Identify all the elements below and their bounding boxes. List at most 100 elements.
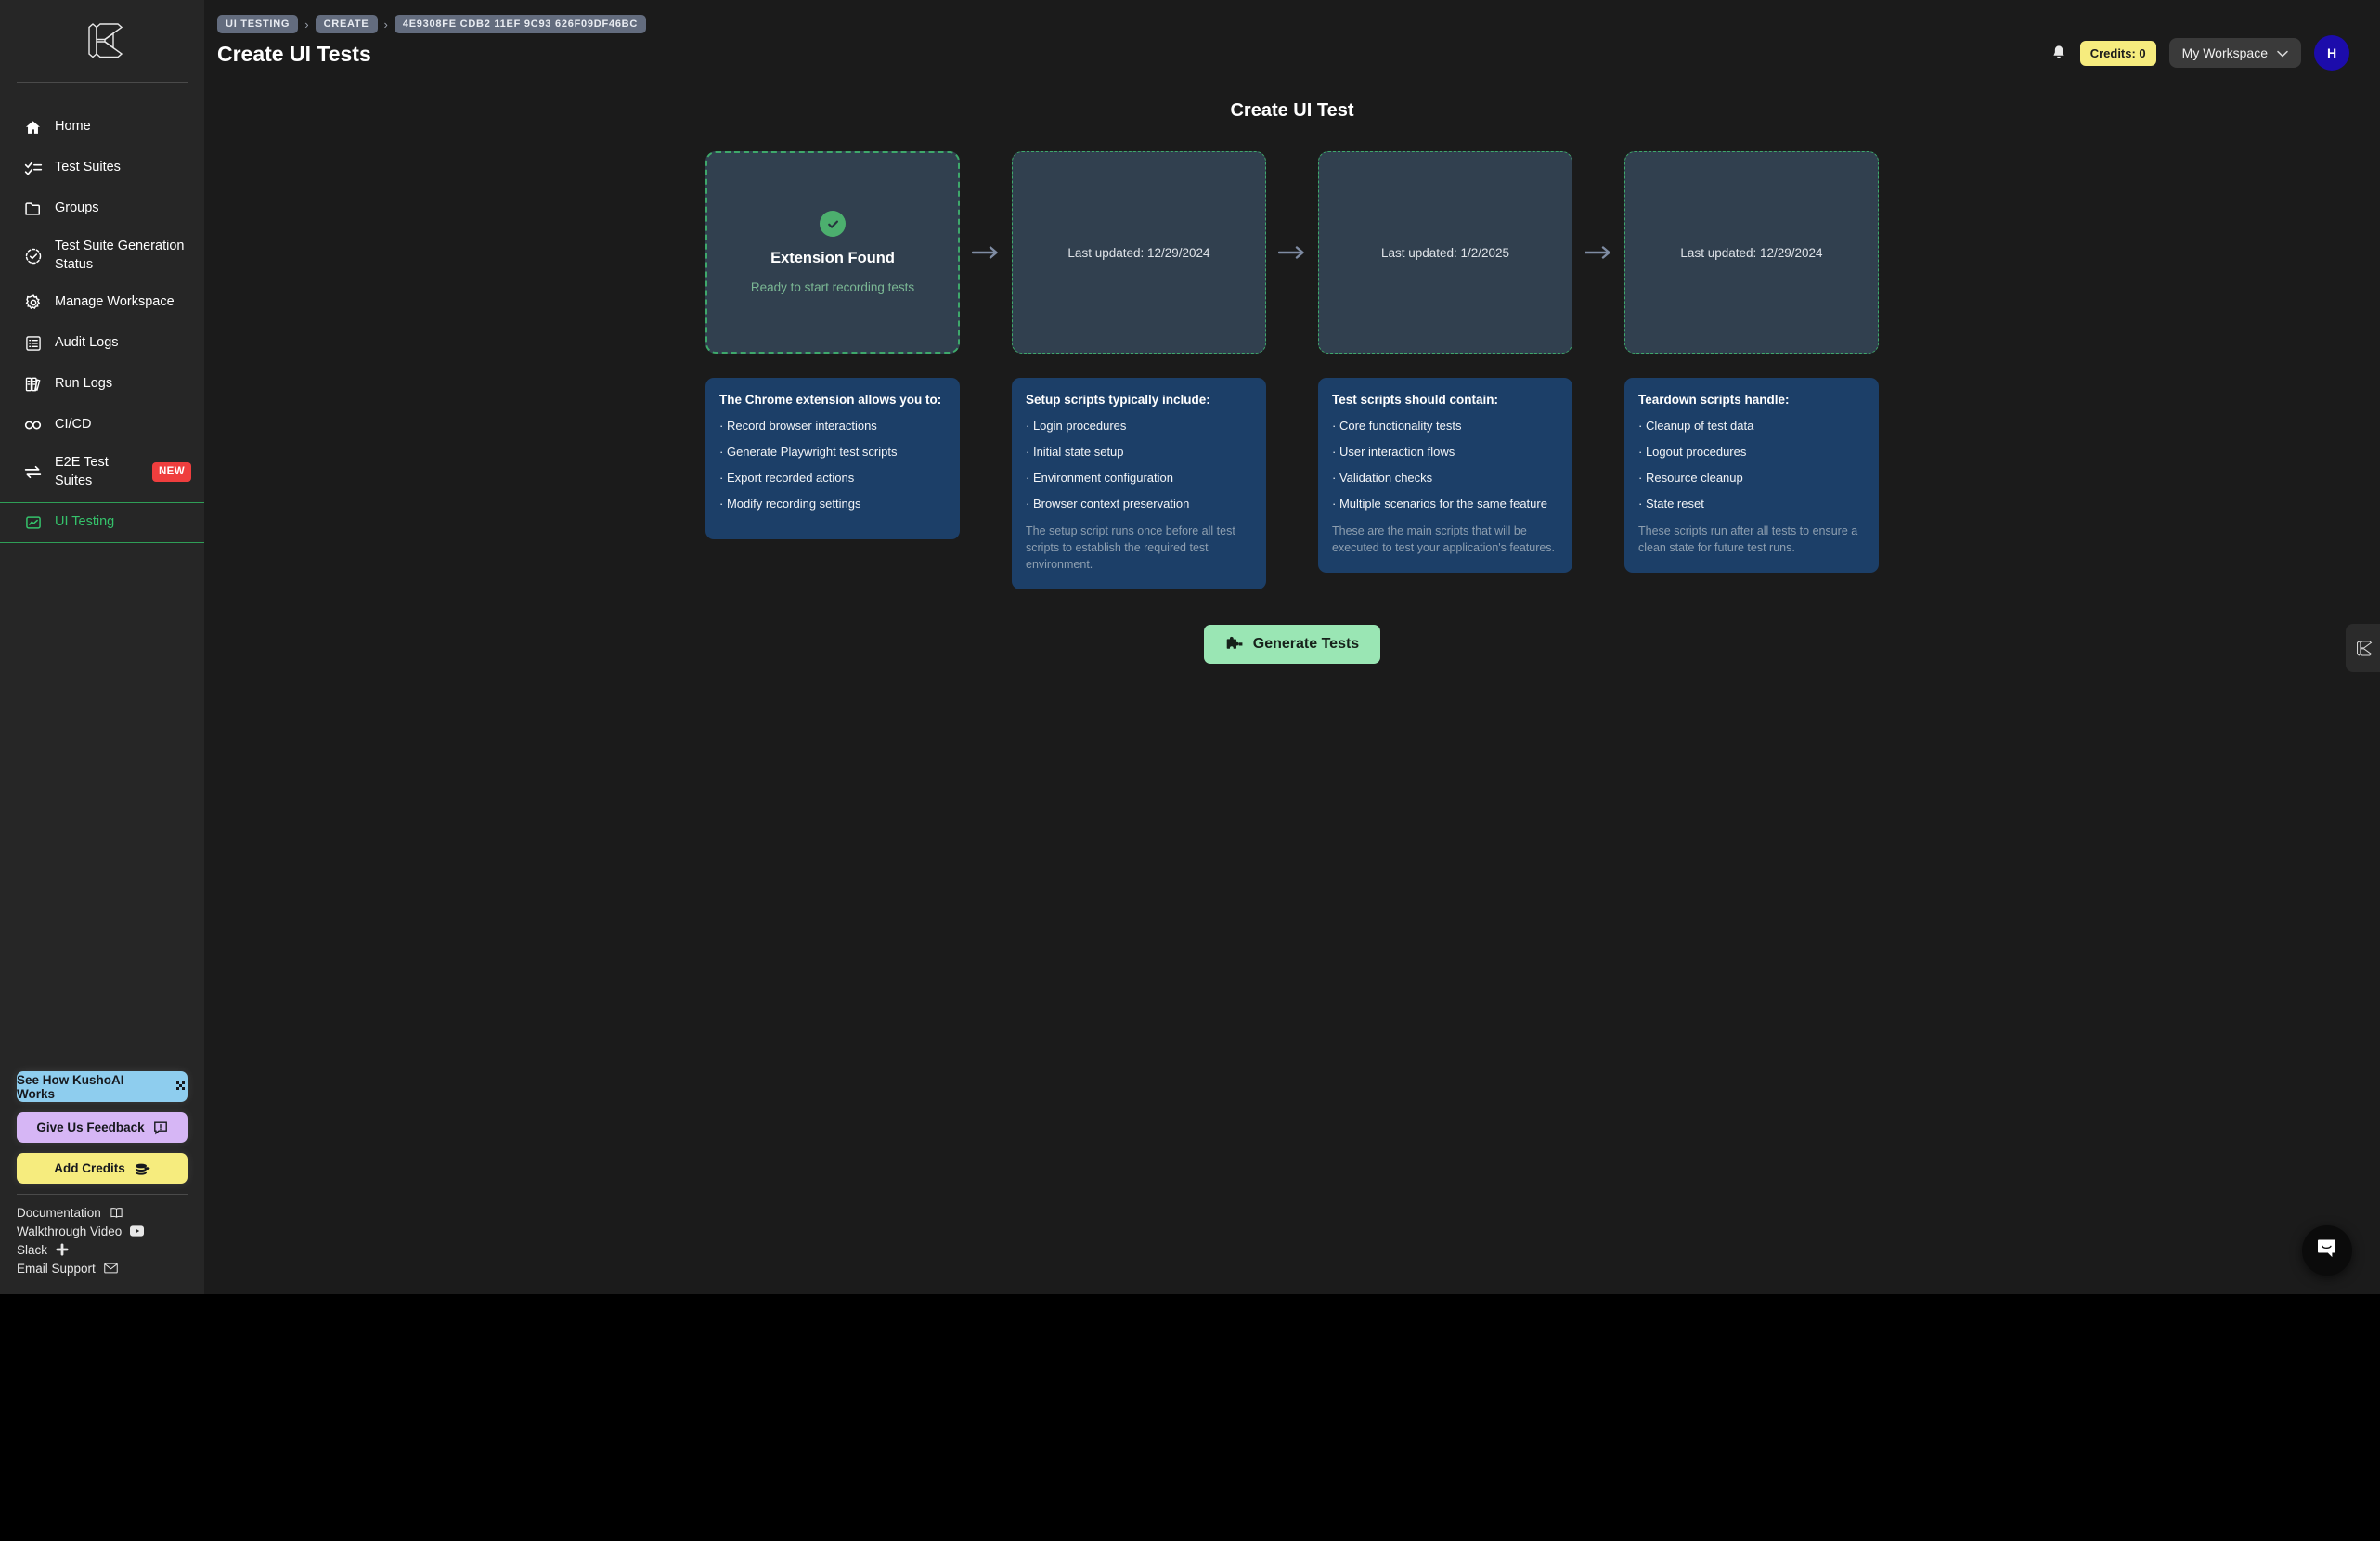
list-item: · Environment configuration: [1026, 471, 1173, 485]
page-title: Create UI Tests: [217, 42, 371, 66]
slack-label: Slack: [17, 1242, 48, 1257]
list-item: · Resource cleanup: [1638, 471, 1743, 485]
setup-script-dropzone[interactable]: Last updated: 12/29/2024: [1012, 151, 1266, 354]
sidebar-item-home[interactable]: Home: [0, 107, 204, 148]
flow-arrow-1: [960, 151, 1012, 354]
list-item: · Modify recording settings: [719, 497, 861, 511]
list-item: · Export recorded actions: [719, 471, 855, 485]
envelope-icon: [104, 1263, 118, 1274]
flow-arrow-3: [1572, 151, 1624, 354]
extension-status-card[interactable]: Extension Found Ready to start recording…: [705, 151, 960, 354]
add-credits-button[interactable]: Add Credits: [17, 1153, 188, 1184]
topbar: UI TESTING › CREATE › 4E9308FE CDB2 11EF…: [204, 0, 2380, 89]
test-flow-columns: Extension Found Ready to start recording…: [204, 151, 2380, 590]
bullet-text: Environment configuration: [1032, 471, 1173, 485]
breadcrumb-item-2[interactable]: 4E9308FE CDB2 11EF 9C93 626F09DF46BC: [394, 15, 647, 33]
flow-column-setup: Last updated: 12/29/2024 Setup scripts t…: [1012, 151, 1266, 590]
puzzle-piece-icon: [1225, 636, 1243, 653]
arrow-right-icon: [1585, 245, 1612, 260]
clock-check-icon: [23, 246, 43, 265]
bullet-text: Initial state setup: [1032, 445, 1124, 459]
check-circle-icon: [820, 211, 846, 237]
see-how-label: See How KushoAI Works: [17, 1072, 124, 1101]
documentation-link[interactable]: Documentation: [17, 1203, 188, 1222]
list-item: · Validation checks: [1332, 471, 1433, 485]
list-item: · Logout procedures: [1638, 445, 1747, 459]
avatar[interactable]: H: [2314, 35, 2349, 71]
info-card-bullets: · Record browser interactions · Generate…: [719, 419, 946, 511]
list-item: · Core functionality tests: [1332, 419, 1462, 433]
sidebar-item-ui-testing[interactable]: UI Testing: [0, 502, 204, 544]
arrows-swap-icon: [23, 462, 43, 482]
info-card-heading: Setup scripts typically include:: [1026, 393, 1210, 407]
arrow-right-icon: [1278, 245, 1306, 260]
sidebar-item-test-suite-generation-status[interactable]: Test Suite Generation Status: [0, 229, 204, 282]
test-script-dropzone[interactable]: Last updated: 1/2/2025: [1318, 151, 1572, 354]
info-card-teardown: Teardown scripts handle: · Cleanup of te…: [1624, 378, 1879, 574]
list-item: · Multiple scenarios for the same featur…: [1332, 497, 1547, 511]
info-card-note: The setup script runs once before all te…: [1026, 524, 1235, 572]
list-item: · Generate Playwright test scripts: [719, 445, 898, 459]
bullet-text: State reset: [1645, 497, 1704, 511]
bullet-text: Export recorded actions: [726, 471, 855, 485]
app-logo[interactable]: [0, 0, 204, 82]
workspace-selector[interactable]: My Workspace: [2168, 38, 2301, 68]
sidebar-item-run-logs[interactable]: Run Logs: [0, 364, 204, 405]
documentation-label: Documentation: [17, 1205, 101, 1220]
walkthrough-video-label: Walkthrough Video: [17, 1224, 123, 1238]
walkthrough-video-link[interactable]: Walkthrough Video: [17, 1222, 188, 1240]
credits-badge[interactable]: Credits: 0: [2079, 40, 2156, 66]
breadcrumb-item-0[interactable]: UI TESTING: [217, 15, 299, 33]
generate-tests-button[interactable]: Generate Tests: [1203, 625, 1381, 665]
sidebar-item-label: Manage Workspace: [55, 294, 175, 310]
info-card-setup: Setup scripts typically include: · Login…: [1012, 378, 1266, 590]
sidebar-item-manage-workspace[interactable]: Manage Workspace: [0, 282, 204, 323]
flow-column-test: Last updated: 1/2/2025 Test scripts shou…: [1318, 151, 1572, 574]
sidebar-item-groups[interactable]: Groups: [0, 188, 204, 229]
email-support-link[interactable]: Email Support: [17, 1259, 188, 1277]
sidebar-item-test-suites[interactable]: Test Suites: [0, 148, 204, 188]
checklist-icon: [23, 159, 43, 178]
see-how-kushoai-works-button[interactable]: See How KushoAI Works: [17, 1071, 188, 1102]
bullet-text: User interaction flows: [1339, 445, 1455, 459]
flow-column-extension: Extension Found Ready to start recording…: [705, 151, 960, 539]
last-updated-label: Last updated: 12/29/2024: [1680, 245, 1823, 260]
bullet-text: Multiple scenarios for the same feature: [1339, 497, 1547, 511]
sidebar-footer: See How KushoAI Works Give Us Feedback A…: [0, 1071, 204, 1277]
give-us-feedback-button[interactable]: Give Us Feedback: [17, 1112, 188, 1143]
list-item: · Record browser interactions: [719, 419, 877, 433]
home-icon: [23, 118, 43, 137]
topbar-actions: Credits: 0 My Workspace H: [2050, 35, 2349, 71]
last-updated-label: Last updated: 12/29/2024: [1067, 245, 1210, 260]
info-card-bullets: · Login procedures · Initial state setup…: [1026, 419, 1252, 511]
bell-icon[interactable]: [2050, 45, 2067, 62]
extension-title: Extension Found: [770, 250, 895, 266]
sidebar-item-ci-cd[interactable]: CI/CD: [0, 405, 204, 446]
book-icon: [110, 1206, 123, 1220]
list-item: · Cleanup of test data: [1638, 419, 1754, 433]
intercom-launcher[interactable]: [2302, 1225, 2352, 1276]
kusho-side-tab[interactable]: [2346, 624, 2380, 672]
add-credits-label: Add Credits: [54, 1161, 125, 1175]
status-badge-new: NEW: [151, 461, 191, 483]
extension-subtitle: Ready to start recording tests: [750, 280, 915, 294]
sidebar-item-audit-logs[interactable]: Audit Logs: [0, 323, 204, 364]
sidebar-item-label: UI Testing: [55, 514, 115, 530]
email-support-label: Email Support: [17, 1261, 96, 1276]
info-card-extension: The Chrome extension allows you to: · Re…: [705, 378, 960, 539]
books-icon: [23, 375, 43, 395]
feedback-icon: [153, 1120, 168, 1135]
slack-link[interactable]: Slack: [17, 1240, 188, 1259]
sidebar-item-e2e-test-suites[interactable]: E2E Test Suites NEW: [0, 446, 204, 499]
info-card-heading: Teardown scripts handle:: [1638, 393, 1790, 407]
sidebar: Home Test Suites Groups Test Suite Gener…: [0, 0, 204, 1294]
list-item: · Login procedures: [1026, 419, 1127, 433]
sidebar-item-label: Home: [55, 119, 91, 135]
bullet-text: Resource cleanup: [1645, 471, 1743, 485]
sidebar-item-label: Audit Logs: [55, 335, 119, 351]
folder-icon: [23, 200, 43, 219]
breadcrumb-item-1[interactable]: CREATE: [315, 15, 378, 33]
teardown-script-dropzone[interactable]: Last updated: 12/29/2024: [1624, 151, 1879, 354]
bullet-text: Generate Playwright test scripts: [726, 445, 898, 459]
sidebar-item-label: Run Logs: [55, 376, 113, 392]
